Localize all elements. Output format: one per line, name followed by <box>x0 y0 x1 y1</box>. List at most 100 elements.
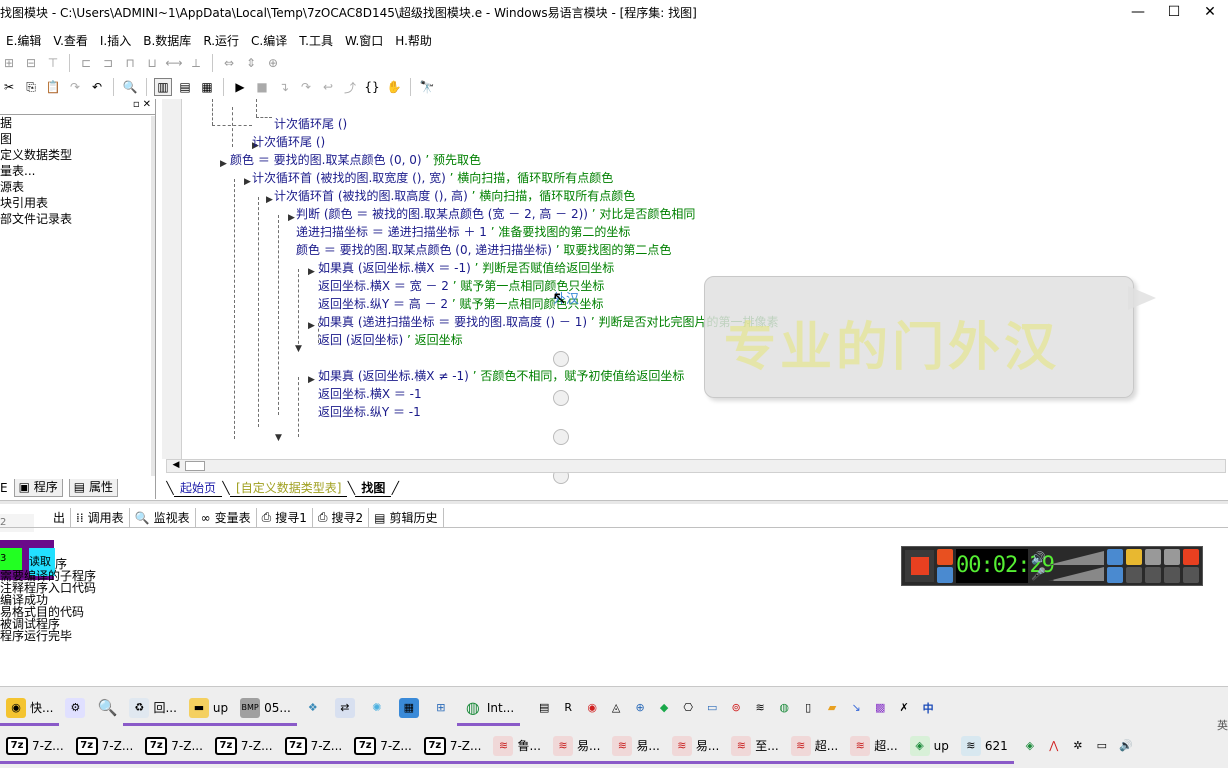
task-app[interactable]: ✺ <box>361 692 393 726</box>
align-left-icon[interactable]: ⊏ <box>77 54 95 72</box>
tab-properties[interactable]: ▤ 属性 <box>68 479 118 497</box>
task-7zip[interactable]: 7z 7-Z... <box>417 730 488 764</box>
code-line[interactable]: 如果真 (返回坐标.横X ＝ -1) ’ 判断是否赋值给返回坐标 <box>318 259 614 277</box>
panel-restore-icon[interactable]: ▫ <box>133 99 140 114</box>
menu-tools[interactable]: T.工具 <box>293 32 339 49</box>
code-line[interactable]: 颜色 ＝ 要找的图.取某点颜色 (0, 0) ’ 预先取色 <box>230 151 481 169</box>
drag-handle[interactable] <box>553 351 569 367</box>
find-icon[interactable]: 🔍 <box>121 78 139 96</box>
task-chrome[interactable]: ◉ 快... <box>0 692 60 726</box>
task-app[interactable]: ⇄ <box>329 692 361 726</box>
window-icon[interactable] <box>1145 567 1161 583</box>
pen-icon[interactable] <box>1164 549 1180 565</box>
task-7zip[interactable]: 7z 7-Z... <box>208 730 279 764</box>
shield-icon[interactable]: ◬ <box>606 698 626 718</box>
menu-window[interactable]: W.窗口 <box>339 32 389 49</box>
drag-handle[interactable] <box>553 390 569 406</box>
paste-icon[interactable]: 📋 <box>44 78 62 96</box>
monitor-icon[interactable] <box>1164 567 1180 583</box>
tab-watch[interactable]: 🔍 监视表 <box>130 507 196 528</box>
panel-scrollbar[interactable] <box>151 116 155 476</box>
redo-icon[interactable]: ↷ <box>66 78 84 96</box>
tree-item[interactable]: 部文件记录表 <box>0 211 155 227</box>
task-7zip[interactable]: 7z 7-Z... <box>69 730 140 764</box>
record-stop-button[interactable] <box>905 550 935 582</box>
step-out-icon[interactable]: ↩ <box>319 78 337 96</box>
undo-icon[interactable]: ↶ <box>88 78 106 96</box>
tools-icon[interactable]: ✗ <box>894 698 914 718</box>
hand-icon[interactable]: ✋ <box>385 78 403 96</box>
ime-mode-indicator[interactable]: 英 <box>1217 717 1228 733</box>
align-center-icon[interactable]: ⊐ <box>99 54 117 72</box>
task-app-up[interactable]: ◈ up <box>903 730 955 764</box>
task-e-lang[interactable]: ≋ 鲁... <box>487 730 547 764</box>
task-7zip[interactable]: 7z 7-Z... <box>0 730 70 764</box>
alarm-icon[interactable] <box>937 549 954 565</box>
menu-edit[interactable]: E.编辑 <box>0 32 47 49</box>
camera-icon[interactable]: ⎔ <box>678 698 698 718</box>
tab-find-image[interactable]: 找图 <box>355 480 392 497</box>
drag-handle[interactable] <box>553 429 569 445</box>
task-7zip[interactable]: 7z 7-Z... <box>348 730 418 764</box>
pause-icon[interactable] <box>937 567 954 583</box>
arrow-tool-icon[interactable]: ↘ <box>846 698 866 718</box>
task-network[interactable]: ⊞ <box>425 692 457 726</box>
task-e-lang[interactable]: ≋ 超... <box>784 730 845 764</box>
magnifier-icon[interactable]: ⊚ <box>726 698 746 718</box>
ime-lang-icon[interactable]: 中 <box>918 698 938 718</box>
task-e-lang[interactable]: ≋ 易... <box>665 730 726 764</box>
code-line[interactable]: 计次循环尾 () <box>274 115 347 133</box>
align-middle-icon[interactable]: ⊔ <box>143 54 161 72</box>
menu-database[interactable]: B.数据库 <box>137 32 197 49</box>
tree-item[interactable]: 图 <box>0 131 155 147</box>
task-app[interactable]: ❖ <box>297 692 329 726</box>
record-icon[interactable]: ◉ <box>582 698 602 718</box>
task-ie[interactable]: ◍ Int... <box>456 692 521 726</box>
r-app-icon[interactable]: R <box>558 698 578 718</box>
gear-icon[interactable] <box>1145 549 1161 565</box>
step-over-icon[interactable]: ↷ <box>297 78 315 96</box>
tab-call-table[interactable]: ⁞⁞ 调用表 <box>71 507 130 528</box>
tab-output[interactable]: 出 <box>48 507 72 528</box>
task-7zip[interactable]: 7z 7-Z... <box>139 730 209 764</box>
width-icon[interactable]: ⟷ <box>165 54 183 72</box>
task-7zip[interactable]: 7z 7-Z... <box>278 730 349 764</box>
breakpoint-icon[interactable]: {} <box>363 78 381 96</box>
tray-tool-icon[interactable]: ✲ <box>1068 736 1088 756</box>
menu-insert[interactable]: I.插入 <box>94 32 137 49</box>
fullscreen-icon[interactable] <box>1126 567 1142 583</box>
task-bmp[interactable]: BMP 05... <box>234 692 297 726</box>
tab-search1[interactable]: ⎙ 搜寻1 <box>257 507 313 528</box>
code-line[interactable]: 返回 (返回坐标) ’ 返回坐标 <box>318 331 463 349</box>
tab-variables[interactable]: ∞ 变量表 <box>196 507 257 528</box>
diamond-icon[interactable]: ◆ <box>654 698 674 718</box>
run-icon[interactable]: ▶ <box>231 78 249 96</box>
stop-icon[interactable]: ■ <box>253 78 271 96</box>
piano-icon[interactable]: ▤ <box>534 698 554 718</box>
tree-item[interactable]: 量表... <box>0 163 155 179</box>
tree-item[interactable]: 块引用表 <box>0 195 155 211</box>
panel-tab-prefix[interactable]: E <box>0 481 8 495</box>
center-icon[interactable]: ⊕ <box>264 54 282 72</box>
grid-app-icon[interactable]: ▩ <box>870 698 890 718</box>
microphone-icon[interactable]: 🎤 <box>1031 567 1046 581</box>
menu-compile[interactable]: C.编译 <box>245 32 293 49</box>
tray-network-icon[interactable]: ▭ <box>1092 736 1112 756</box>
network-alt-icon[interactable]: ⊕ <box>630 698 650 718</box>
layout-top-icon[interactable]: ▤ <box>176 78 194 96</box>
hspace-icon[interactable]: ⇔ <box>220 54 238 72</box>
e-app-icon[interactable]: ≋ <box>750 698 770 718</box>
folder-icon[interactable] <box>1126 549 1142 565</box>
globe-icon[interactable]: ◍ <box>774 698 794 718</box>
panel-close-icon[interactable]: ✕ <box>143 99 151 114</box>
task-folder-up[interactable]: ▬ up <box>182 692 235 726</box>
scroll-thumb[interactable] <box>185 461 205 471</box>
sticky-icon[interactable]: ▰ <box>822 698 842 718</box>
tree-icon[interactable]: ⊤ <box>44 54 62 72</box>
tab-clip-history[interactable]: ▤ 剪辑历史 <box>369 507 444 528</box>
code-line[interactable]: 返回坐标.横X ＝ -1 <box>318 385 422 403</box>
monitor-alt-icon[interactable] <box>1183 567 1199 583</box>
panel-splitter[interactable] <box>0 500 1228 504</box>
speaker-volume-meter[interactable] <box>1048 551 1104 565</box>
mic-volume-meter[interactable] <box>1048 567 1104 581</box>
